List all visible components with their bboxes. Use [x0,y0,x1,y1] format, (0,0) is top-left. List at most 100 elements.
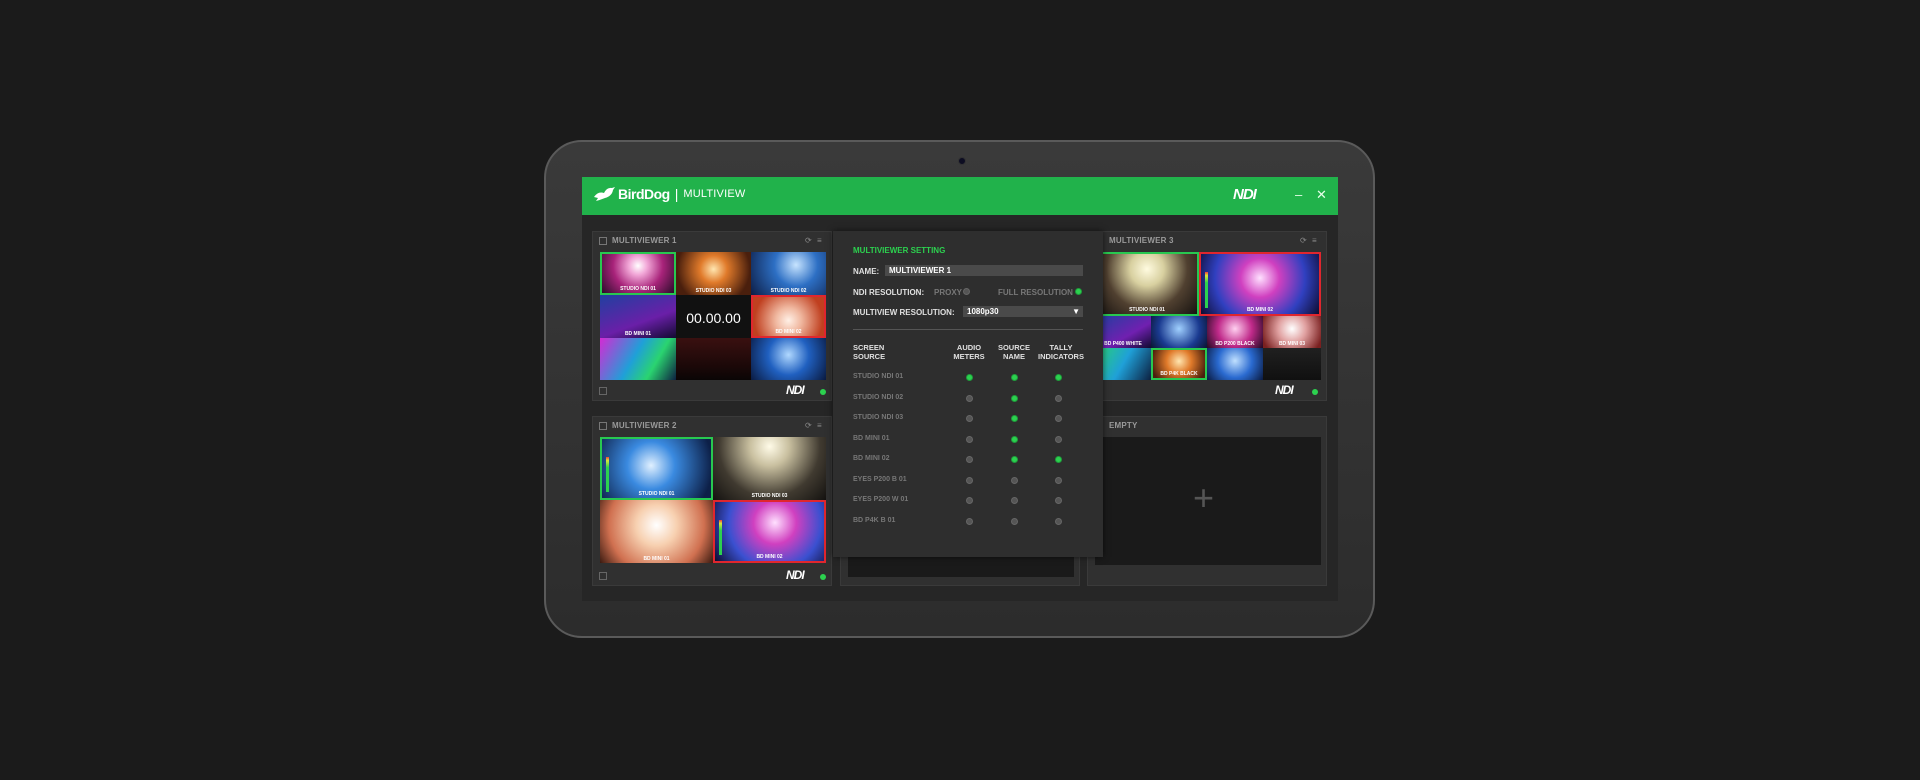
tile[interactable]: BD MINI 02 [713,500,826,563]
settings-title: MULTIVIEWER SETTING [853,246,946,255]
audio-meter [1205,272,1208,308]
refresh-icon[interactable]: ⟳ [805,421,812,430]
tile[interactable]: BD MINI 01 [600,500,713,563]
audio-toggle[interactable] [966,374,973,381]
proxy-label: PROXY [934,288,963,297]
multiview-grid: STUDIO NDI 01 BD MINI 02 BD P400 WHITE B… [1095,252,1321,380]
name-toggle[interactable] [1011,456,1018,463]
name-toggle[interactable] [1011,415,1018,422]
header-line: TALLY [1049,343,1073,352]
expand-icon[interactable] [599,572,607,580]
col-header-tally-indicators: TALLY INDICATORS [1036,343,1086,361]
tally-toggle[interactable] [1055,374,1062,381]
name-field[interactable]: MULTIVIEWER 1 [885,265,1083,276]
proxy-radio[interactable] [963,288,970,295]
tile[interactable]: STUDIO NDI 01 [1095,252,1199,316]
source-row-label: STUDIO NDI 01 [853,373,904,380]
header-line: METERS [953,352,985,361]
brand-logo: BirdDog | MULTIVIEW [592,185,745,203]
divider [853,329,1083,330]
source-row-label: BD MINI 02 [853,455,890,462]
tile-label: BD MINI 01 [624,331,652,337]
tile-label: BD P4K BLACK [1160,371,1198,377]
tile[interactable]: STUDIO NDI 01 [600,252,676,295]
multiviewer-panel-2[interactable]: MULTIVIEWER 2 ⟳ ≡ STUDIO NDI 01 STUDIO N… [592,416,832,586]
multiviewer-panel-1[interactable]: MULTIVIEWER 1 ⟳ ≡ STUDIO NDI 01 STUDIO N… [592,231,832,401]
tile[interactable]: STUDIO NDI 03 [676,252,751,295]
ndi-logo: NDI [1275,383,1294,397]
tile-label: BD MINI 01 [643,556,670,562]
panel-title: EMPTY [1109,421,1138,430]
tile-label: STUDIO NDI 01 [620,286,656,292]
header-line: AUDIO [956,343,982,352]
tile[interactable]: BD MINI 02 [1199,252,1321,316]
audio-toggle[interactable] [966,456,973,463]
tile[interactable]: STUDIO NDI 02 [751,252,826,295]
multiview-grid: STUDIO NDI 01 STUDIO NDI 03 BD MINI 01 B… [600,437,826,563]
audio-toggle[interactable] [966,517,973,525]
tile[interactable]: BD MINI 01 [600,295,676,338]
tile[interactable]: STUDIO NDI 03 [713,437,826,500]
tile[interactable] [676,338,751,380]
app-name: MULTIVIEW [683,188,746,200]
multiview-resolution-select[interactable]: 1080p30 ▼ [963,306,1083,317]
tally-toggle[interactable] [1055,476,1062,484]
tally-toggle[interactable] [1055,497,1062,504]
panel-checkbox[interactable] [599,237,607,245]
menu-icon[interactable]: ≡ [1312,236,1317,245]
tally-toggle[interactable] [1055,517,1062,525]
empty-panel[interactable]: EMPTY + [1087,416,1327,586]
add-icon[interactable]: + [1193,477,1214,519]
name-toggle[interactable] [1011,476,1018,484]
tile[interactable]: BD MINI 03 [1263,316,1321,348]
audio-toggle[interactable] [966,415,973,422]
name-toggle[interactable] [1011,497,1018,504]
brand-name: BirdDog [618,186,670,202]
col-header-source-name: SOURCE NAME [996,343,1032,361]
expand-icon[interactable] [599,387,607,395]
name-toggle[interactable] [1011,435,1018,443]
audio-toggle[interactable] [966,435,973,443]
tile[interactable]: BD P4K BLACK [1151,348,1207,380]
tile-label: BD MINI 03 [1278,341,1306,347]
multiviewer-panel-3[interactable]: MULTIVIEWER 3 ⟳ ≡ STUDIO NDI 01 BD MINI … [1087,231,1327,401]
menu-icon[interactable]: ≡ [817,236,822,245]
refresh-icon[interactable]: ⟳ [805,236,812,245]
ndi-logo: NDI [1233,186,1257,203]
selected-resolution: 1080p30 [967,307,999,316]
status-indicator [1312,389,1318,395]
minimize-button[interactable]: – [1295,187,1302,203]
tile [1151,316,1207,348]
audio-toggle[interactable] [966,394,973,402]
tile[interactable]: BD P400 WHITE [1095,316,1151,348]
tile[interactable]: STUDIO NDI 01 [600,437,713,500]
multiview-resolution-label: MULTIVIEW RESOLUTION: [853,308,955,317]
close-button[interactable]: ✕ [1316,187,1327,203]
name-toggle[interactable] [1011,394,1018,402]
tile[interactable] [600,338,676,380]
dropdown-arrow-icon: ▼ [1072,307,1080,316]
audio-toggle[interactable] [966,497,973,504]
panel-checkbox[interactable] [599,422,607,430]
full-resolution-label: FULL RESOLUTION [998,288,1073,297]
source-row-label: EYES P200 W 01 [853,496,909,503]
audio-toggle[interactable] [966,476,973,484]
tile [1095,348,1151,380]
tile[interactable]: BD P200 BLACK [1207,316,1263,348]
name-toggle[interactable] [1011,517,1018,525]
full-resolution-radio[interactable] [1075,288,1082,295]
tile[interactable] [751,338,826,380]
tally-toggle[interactable] [1055,435,1062,443]
name-toggle[interactable] [1011,374,1018,381]
source-row-label: STUDIO NDI 03 [853,414,904,421]
tile[interactable]: BD MINI 02 [751,295,826,338]
source-row-label: BD P4K B 01 [853,516,896,524]
tally-toggle[interactable] [1055,456,1062,463]
menu-icon[interactable]: ≡ [817,421,822,430]
empty-slot[interactable]: + [1095,437,1321,565]
tally-toggle[interactable] [1055,415,1062,422]
refresh-icon[interactable]: ⟳ [1300,236,1307,245]
tile-label: BD MINI 02 [775,329,802,335]
tally-toggle[interactable] [1055,394,1062,402]
tile [1207,348,1263,380]
